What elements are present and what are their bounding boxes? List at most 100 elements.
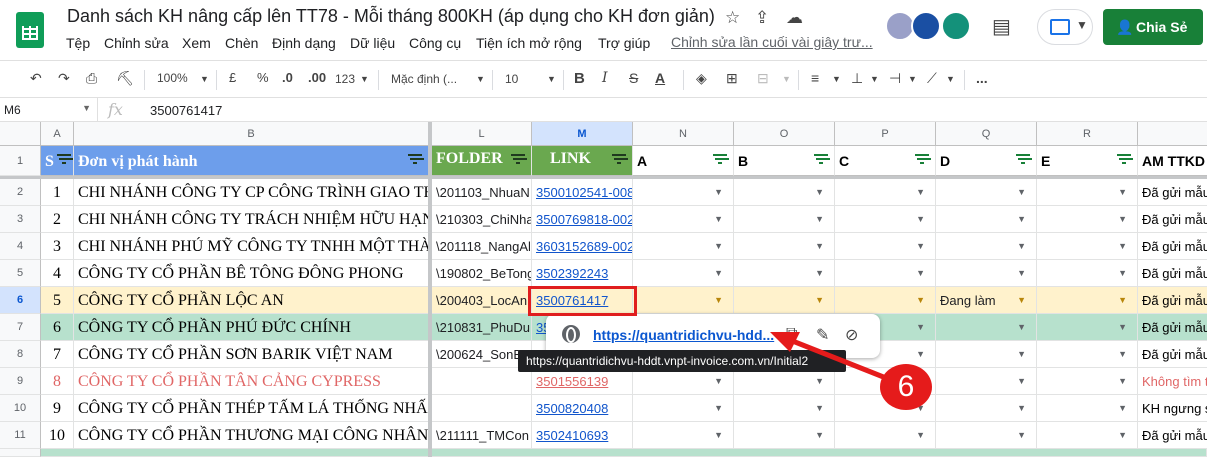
font-select[interactable]: Mặc định (... xyxy=(391,72,457,86)
table-cell[interactable]: 10 xyxy=(41,422,74,449)
filter-icon[interactable] xyxy=(57,154,71,166)
chevron-down-icon[interactable]: ▼ xyxy=(815,233,824,259)
chevron-down-icon[interactable]: ▼ xyxy=(916,287,925,313)
table-cell[interactable]: Đã gửi mẫu xyxy=(1138,233,1207,260)
dropdown-cell[interactable]: ▼ xyxy=(1037,179,1138,206)
table-cell[interactable]: Không tìm t xyxy=(1138,368,1207,395)
header-cell[interactable]: D xyxy=(936,146,1037,176)
table-cell[interactable]: Đã gửi mẫu xyxy=(1138,287,1207,314)
chevron-down-icon[interactable]: ▼ xyxy=(714,260,723,286)
dropdown-cell[interactable]: ▼ xyxy=(936,314,1037,341)
table-cell[interactable]: Đã gửi mẫu xyxy=(1138,422,1207,449)
row-header[interactable]: 9 xyxy=(0,368,41,395)
horizontal-align-icon[interactable]: ≡ xyxy=(811,70,819,86)
table-cell[interactable]: CÔNG TY CỔ PHẦN PHÚ ĐỨC CHÍNH xyxy=(74,314,429,341)
chevron-down-icon[interactable]: ▼ xyxy=(815,422,824,448)
column-header[interactable]: Q xyxy=(936,122,1037,146)
table-cell[interactable] xyxy=(432,368,532,395)
dropdown-cell[interactable]: ▼ xyxy=(835,422,936,449)
dropdown-cell[interactable]: ▼ xyxy=(1037,341,1138,368)
row-header[interactable]: 1 xyxy=(0,146,41,176)
dropdown-cell[interactable]: ▼ xyxy=(1037,206,1138,233)
filter-icon[interactable] xyxy=(612,154,626,166)
chevron-down-icon[interactable]: ▼ xyxy=(1118,341,1127,367)
row-header[interactable]: 11 xyxy=(0,422,41,449)
table-cell[interactable] xyxy=(432,395,532,422)
table-cell[interactable]: Đã gửi mẫu xyxy=(1138,314,1207,341)
chevron-down-icon[interactable]: ▼ xyxy=(1017,206,1026,232)
table-cell[interactable]: 8 xyxy=(41,368,74,395)
dropdown-cell[interactable]: ▼ xyxy=(734,233,835,260)
table-cell[interactable]: \200624_SonB xyxy=(432,341,532,368)
dropdown-cell[interactable]: ▼ xyxy=(1037,260,1138,287)
table-cell[interactable]: \210831_PhuDu xyxy=(432,314,532,341)
fill-color-icon[interactable]: ◈ xyxy=(696,70,707,87)
filter-icon[interactable] xyxy=(814,154,828,166)
chevron-down-icon[interactable]: ▼ xyxy=(1017,260,1026,286)
dropdown-cell[interactable]: ▼ xyxy=(633,368,734,395)
cell-link[interactable]: 3502410693 xyxy=(536,428,608,443)
dropdown-cell[interactable]: ▼ xyxy=(633,287,734,314)
header-cell[interactable]: LINK xyxy=(532,146,633,176)
chevron-down-icon[interactable]: ▼ xyxy=(815,206,824,232)
dropdown-cell[interactable]: ▼ xyxy=(633,395,734,422)
italic-icon[interactable]: I xyxy=(602,70,608,86)
dropdown-cell[interactable]: ▼ xyxy=(936,206,1037,233)
chevron-down-icon[interactable]: ▼ xyxy=(714,395,723,421)
row-header[interactable]: 5 xyxy=(0,260,41,287)
filter-icon[interactable] xyxy=(1016,154,1030,166)
filter-icon[interactable] xyxy=(1117,154,1131,166)
increase-decimal-button[interactable]: .00 xyxy=(308,70,326,85)
dropdown-cell[interactable]: ▼ xyxy=(734,260,835,287)
chevron-down-icon[interactable]: ▼ xyxy=(1017,233,1026,259)
undo-icon[interactable]: ↶ xyxy=(30,70,42,87)
text-wrap-icon[interactable]: ⊣ xyxy=(889,70,901,87)
column-header[interactable]: B xyxy=(74,122,429,146)
cell-link[interactable]: 3500102541-008 xyxy=(536,185,632,200)
chevron-down-icon[interactable]: ▼ xyxy=(1118,395,1127,421)
table-cell[interactable]: \201103_NhuaN xyxy=(432,179,532,206)
chevron-down-icon[interactable]: ▼ xyxy=(1017,287,1026,313)
document-title[interactable]: Danh sách KH nâng cấp lên TT78 - Mỗi thá… xyxy=(67,6,715,27)
strikethrough-icon[interactable]: S xyxy=(629,70,638,86)
menu-insert[interactable]: Chèn xyxy=(225,35,258,51)
dropdown-cell[interactable]: ▼ xyxy=(936,260,1037,287)
header-cell[interactable]: A xyxy=(633,146,734,176)
chevron-down-icon[interactable]: ▼ xyxy=(815,287,824,313)
chevron-down-icon[interactable]: ▼ xyxy=(916,341,925,367)
currency-button[interactable]: £ xyxy=(229,70,236,85)
row-header[interactable]: 10 xyxy=(0,395,41,422)
link-cell[interactable]: 3501556139 xyxy=(532,368,633,395)
text-color-icon[interactable]: A xyxy=(655,70,665,86)
name-box[interactable]: M6 ▼ xyxy=(0,98,98,122)
table-cell[interactable]: CHI NHÁNH PHÚ MỸ CÔNG TY TNHH MỘT THÀ xyxy=(74,233,429,260)
chevron-down-icon[interactable]: ▼ xyxy=(916,206,925,232)
link-cell[interactable]: 3502410693 xyxy=(532,422,633,449)
select-all-corner[interactable] xyxy=(0,122,41,146)
table-cell[interactable]: CÔNG TY CỔ PHẦN THÉP TẤM LÁ THỐNG NHẤ xyxy=(74,395,429,422)
chevron-down-icon[interactable]: ▼ xyxy=(714,233,723,259)
row-header[interactable]: 4 xyxy=(0,233,41,260)
dropdown-cell[interactable]: ▼ xyxy=(1037,395,1138,422)
chevron-down-icon[interactable]: ▼ xyxy=(815,395,824,421)
header-cell[interactable]: C xyxy=(835,146,936,176)
header-cell[interactable]: S xyxy=(41,146,74,176)
menu-view[interactable]: Xem xyxy=(182,35,211,51)
link-cell[interactable]: 3500769818-002 xyxy=(532,206,633,233)
chevron-down-icon[interactable]: ▼ xyxy=(1118,368,1127,394)
cell-link[interactable]: 3603152689-002 xyxy=(536,239,632,254)
last-edit-link[interactable]: Chỉnh sửa lần cuối vài giây trư... xyxy=(671,34,873,50)
dropdown-cell[interactable]: ▼ xyxy=(633,179,734,206)
dropdown-cell[interactable]: ▼ xyxy=(633,206,734,233)
vertical-align-icon[interactable]: ⊥ xyxy=(851,70,863,87)
dropdown-cell[interactable]: ▼ xyxy=(835,287,936,314)
table-cell[interactable]: 9 xyxy=(41,395,74,422)
dropdown-cell[interactable]: ▼ xyxy=(936,179,1037,206)
chevron-down-icon[interactable]: ▼ xyxy=(714,287,723,313)
table-cell[interactable]: CÔNG TY CỔ PHẦN THƯƠNG MẠI CÔNG NHÂN xyxy=(74,422,429,449)
text-rotation-icon[interactable]: ⟋ xyxy=(927,70,937,87)
dropdown-cell[interactable]: ▼ xyxy=(1037,314,1138,341)
decrease-decimal-button[interactable]: .0 xyxy=(282,70,293,85)
table-cell[interactable]: CHI NHÁNH CÔNG TY TRÁCH NHIỆM HỮU HẠN xyxy=(74,206,429,233)
frozen-row-divider[interactable] xyxy=(0,176,1207,179)
